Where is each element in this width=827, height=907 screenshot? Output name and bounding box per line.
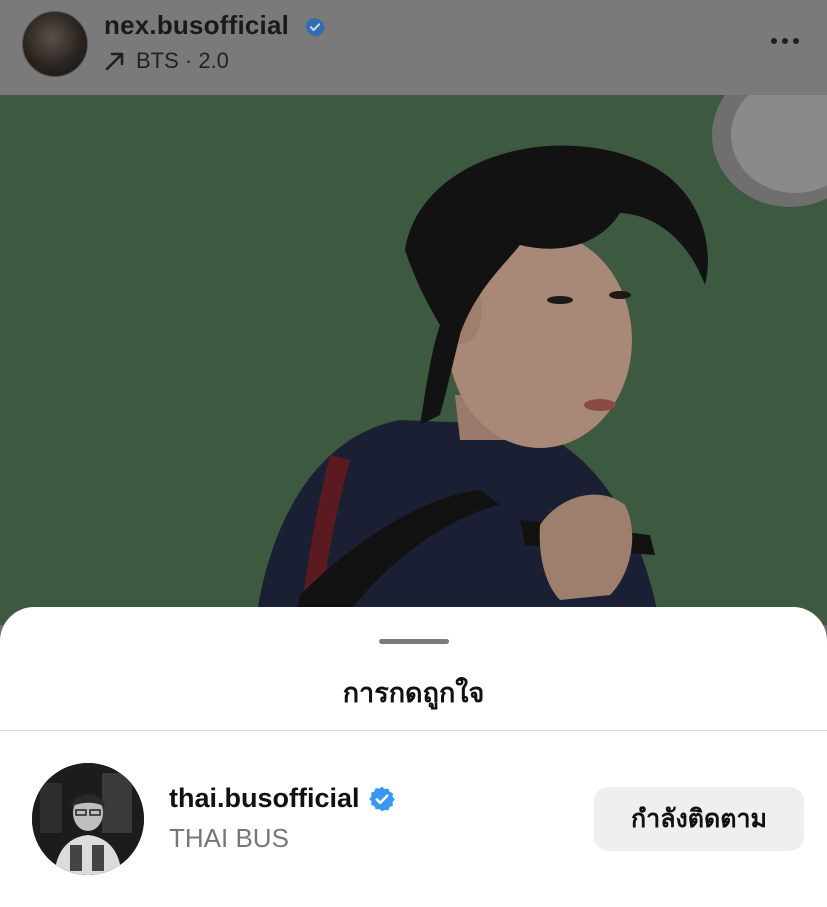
post-header: nex.busofficial BTS · 2.0	[0, 0, 827, 95]
post-author-avatar[interactable]	[22, 11, 88, 77]
likes-bottom-sheet: การกดถูกใจ thai.busofficial THAI BUS กำล…	[0, 607, 827, 907]
liker-username-text: thai.busofficial	[169, 783, 360, 813]
sheet-drag-handle[interactable]	[379, 639, 449, 644]
more-horizontal-icon	[771, 38, 777, 44]
sheet-title: การกดถูกใจ	[342, 678, 485, 708]
post-photo[interactable]	[0, 95, 827, 625]
liker-avatar-image	[32, 763, 144, 875]
liker-avatar[interactable]	[32, 763, 144, 875]
post-photo-illustration	[0, 95, 827, 625]
liker-full-name: THAI BUS	[169, 823, 289, 853]
liker-username[interactable]: thai.busofficial	[169, 783, 396, 814]
post-audio-line[interactable]: BTS · 2.0	[104, 48, 229, 74]
post-audio-label: BTS · 2.0	[136, 48, 229, 73]
more-dot	[782, 38, 788, 44]
verified-badge-icon	[368, 786, 395, 811]
more-options-button[interactable]	[765, 26, 805, 56]
liker-list-item[interactable]: thai.busofficial THAI BUS กำลังติดตาม	[0, 731, 827, 891]
following-button[interactable]: กำลังติดตาม	[594, 787, 804, 851]
verified-badge-icon	[305, 17, 326, 37]
post-author-username-text: nex.busofficial	[104, 10, 290, 40]
more-dot	[793, 38, 799, 44]
trending-arrow-icon	[105, 52, 124, 71]
post-author-username[interactable]: nex.busofficial	[104, 10, 326, 41]
